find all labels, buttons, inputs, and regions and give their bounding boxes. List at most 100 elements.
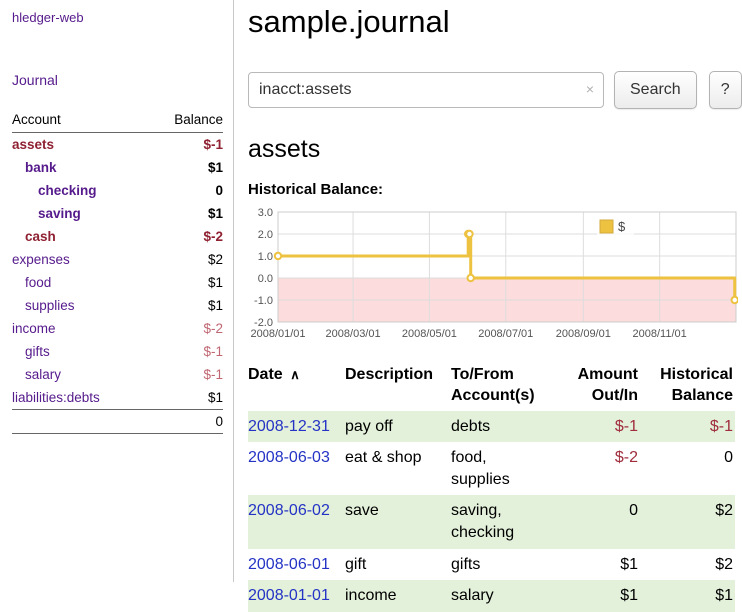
account-link[interactable]: bank [12,160,57,175]
account-name-cell: assets [12,133,148,157]
account-link[interactable]: supplies [12,298,75,313]
sort-ascending-icon: ∧ [287,367,300,382]
transaction-date-link[interactable]: 2008-12-31 [248,418,330,435]
account-row: bank $1 [12,156,223,179]
account-name-cell: saving [12,202,148,225]
y-tick-label: -1.0 [254,295,273,307]
account-link[interactable]: salary [12,367,61,382]
transaction-balance: $1 [640,580,735,612]
transaction-date-link[interactable]: 2008-06-01 [248,556,330,573]
account-balance: 0 [148,179,223,202]
transaction-accounts: salary [451,580,550,612]
search-button[interactable]: Search [614,71,697,109]
x-tick-label: 2008/07/01 [478,328,533,340]
register-col-amount: Amount Out/In [550,363,640,411]
account-balance: $-1 [148,340,223,363]
app: hledger-web Journal Account Balance asse… [0,0,742,582]
sidebar: hledger-web Journal Account Balance asse… [0,0,234,582]
accounts-header-balance: Balance [148,109,223,133]
transaction-description: pay off [345,411,451,443]
search-input[interactable] [248,72,604,108]
x-tick-label: 2008/01/01 [250,328,305,340]
register-row: 2008-06-03eat & shopfood, supplies$-20 [248,442,735,495]
accounts-total-row: 0 [12,410,223,434]
transaction-balance: 0 [640,442,735,495]
account-name-cell: food [12,271,148,294]
sidebar-nav: Journal [12,72,223,88]
accounts-table: Account Balance assets $-1 bank $1 checking 0… [12,109,223,434]
register-col-date[interactable]: Date ∧ [248,363,345,411]
account-link[interactable]: checking [12,183,97,198]
register-col-balance: Historical Balance [640,363,735,411]
transaction-balance: $2 [640,495,735,548]
app-title: hledger-web [12,10,223,25]
account-name-cell: gifts [12,340,148,363]
register-col-accounts: To/From Account(s) [451,363,550,411]
transaction-amount: 0 [550,495,640,548]
account-link[interactable]: assets [12,137,54,152]
account-name-cell: supplies [12,294,148,317]
search-form: × Search ? [248,71,742,109]
search-box: × [248,72,604,108]
transaction-date-cell: 2008-06-01 [248,549,345,581]
account-name-cell: checking [12,179,148,202]
account-link[interactable]: gifts [12,344,50,359]
account-row: gifts $-1 [12,340,223,363]
account-link[interactable]: food [12,275,51,290]
transaction-amount: $1 [550,580,640,612]
transaction-date-cell: 2008-06-02 [248,495,345,548]
account-link[interactable]: cash [12,229,56,244]
account-row: expenses$2 [12,248,223,271]
account-balance: $1 [148,386,223,410]
help-button[interactable]: ? [709,71,742,109]
legend-label: $ [618,219,626,234]
account-row: food $1 [12,271,223,294]
account-heading: assets [248,135,742,164]
account-balance: $-1 [148,133,223,157]
account-name-cell: salary [12,363,148,386]
account-name-cell: income [12,317,148,340]
nav-journal-link[interactable]: Journal [12,72,58,88]
transaction-description: income [345,580,451,612]
y-tick-label: 3.0 [258,207,273,219]
transaction-date-link[interactable]: 2008-01-01 [248,587,330,604]
transaction-amount: $1 [550,549,640,581]
chart-heading: Historical Balance: [248,181,742,198]
x-tick-label: 2008/03/01 [326,328,381,340]
account-row: assets $-1 [12,133,223,157]
account-link[interactable]: income [12,321,56,336]
register-table: Date ∧DescriptionTo/From Account(s)Amoun… [248,363,735,612]
transaction-balance: $-1 [640,411,735,443]
account-name-cell: liabilities:debts [12,386,148,410]
historical-balance-chart: 3.02.01.00.0-1.0-2.02008/01/012008/03/01… [248,206,738,346]
account-balance: $1 [148,202,223,225]
account-name-cell: cash [12,225,148,248]
account-balance: $1 [148,156,223,179]
transaction-date-link[interactable]: 2008-06-02 [248,502,330,519]
transaction-date-link[interactable]: 2008-06-03 [248,449,330,466]
transaction-amount: $-2 [550,442,640,495]
legend-swatch [600,220,613,233]
account-link[interactable]: expenses [12,252,70,267]
register-header-row: Date ∧DescriptionTo/From Account(s)Amoun… [248,363,735,411]
transaction-date-cell: 2008-12-31 [248,411,345,443]
transaction-description: gift [345,549,451,581]
transaction-description: save [345,495,451,548]
transaction-date-cell: 2008-06-03 [248,442,345,495]
chart-point [466,231,472,237]
app-title-link[interactable]: hledger-web [12,10,84,25]
account-link[interactable]: saving [12,206,81,221]
register-row: 2008-12-31pay offdebts$-1$-1 [248,411,735,443]
page-title: sample.journal [248,4,742,40]
accounts-header-account: Account [12,109,148,133]
clear-search-icon[interactable]: × [586,81,594,97]
register-row: 2008-06-02savesaving, checking0$2 [248,495,735,548]
register-col-description: Description [345,363,451,411]
register-row: 2008-01-01incomesalary$1$1 [248,580,735,612]
account-balance: $1 [148,271,223,294]
account-link[interactable]: liabilities:debts [12,390,100,405]
account-balance: $-2 [148,225,223,248]
account-row: supplies$1 [12,294,223,317]
transaction-accounts: debts [451,411,550,443]
accounts-total-balance: 0 [148,410,223,434]
